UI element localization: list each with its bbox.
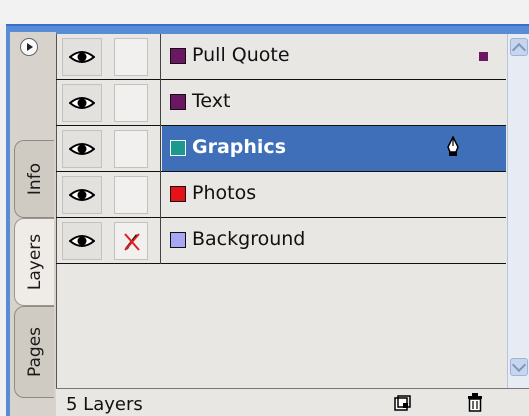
layer-name-cell[interactable]: Text	[162, 80, 506, 125]
layer-row-pull-quote[interactable]: Pull Quote	[56, 34, 506, 80]
layer-name: Pull Quote	[192, 44, 290, 66]
visibility-toggle[interactable]	[62, 38, 102, 76]
visibility-toggle[interactable]	[62, 222, 102, 260]
layer-row-text[interactable]: Text	[56, 80, 506, 126]
tab-layers[interactable]: Layers	[14, 218, 54, 306]
layer-color-swatch	[170, 48, 186, 64]
selected-items-marker-icon[interactable]	[479, 52, 488, 61]
tab-layers-label: Layers	[24, 233, 45, 291]
layer-name: Photos	[192, 182, 257, 204]
tab-pages-label: Pages	[24, 326, 45, 378]
eye-icon	[69, 97, 95, 109]
panel-menu-button[interactable]	[20, 38, 38, 56]
eye-icon	[69, 235, 95, 247]
column-divider	[160, 218, 161, 264]
layers-panel-window: Info Layers Pages Pull Quote Text Graphi…	[0, 0, 529, 416]
scroll-down-arrow-icon[interactable]	[510, 358, 528, 376]
layer-row-graphics[interactable]: Graphics	[56, 126, 506, 172]
column-divider	[160, 126, 161, 172]
visibility-toggle[interactable]	[62, 130, 102, 168]
lock-toggle[interactable]	[114, 38, 148, 76]
column-divider	[160, 172, 161, 218]
layer-row-photos[interactable]: Photos	[56, 172, 506, 218]
layer-name-cell[interactable]: Pull Quote	[162, 34, 506, 79]
layer-color-swatch	[170, 94, 186, 110]
new-layer-icon[interactable]	[394, 395, 412, 411]
layer-color-swatch	[170, 186, 186, 202]
tab-info-label: Info	[24, 162, 45, 196]
layer-color-swatch	[170, 232, 186, 248]
eye-icon	[69, 189, 95, 201]
eye-icon	[69, 51, 95, 63]
layer-name: Background	[192, 228, 306, 250]
layer-count: 5 Layers	[66, 394, 143, 415]
lock-toggle[interactable]	[114, 222, 148, 260]
tab-pages[interactable]: Pages	[14, 306, 54, 398]
title-strip	[0, 0, 529, 24]
layer-name: Text	[192, 90, 231, 112]
column-divider	[160, 80, 161, 126]
locked-pencil-icon	[124, 233, 140, 251]
visibility-toggle[interactable]	[62, 176, 102, 214]
layer-name-cell[interactable]: Graphics	[162, 126, 506, 171]
lock-toggle[interactable]	[114, 84, 148, 122]
eye-icon	[69, 143, 95, 155]
layer-row-background[interactable]: Background	[56, 218, 506, 264]
panel-status-bar: 5 Layers	[56, 388, 529, 416]
layer-name-cell[interactable]: Photos	[162, 172, 506, 217]
visibility-toggle[interactable]	[62, 84, 102, 122]
tab-info[interactable]: Info	[14, 140, 54, 218]
lock-toggle[interactable]	[114, 130, 148, 168]
scroll-up-arrow-icon[interactable]	[510, 38, 528, 56]
pen-icon	[447, 136, 459, 156]
lock-toggle[interactable]	[114, 176, 148, 214]
layer-name: Graphics	[192, 136, 286, 158]
layer-name-cell[interactable]: Background	[162, 218, 506, 263]
trash-icon[interactable]	[466, 392, 484, 412]
layer-color-swatch	[170, 140, 186, 156]
column-divider	[160, 34, 161, 80]
vertical-scrollbar[interactable]	[507, 34, 529, 392]
